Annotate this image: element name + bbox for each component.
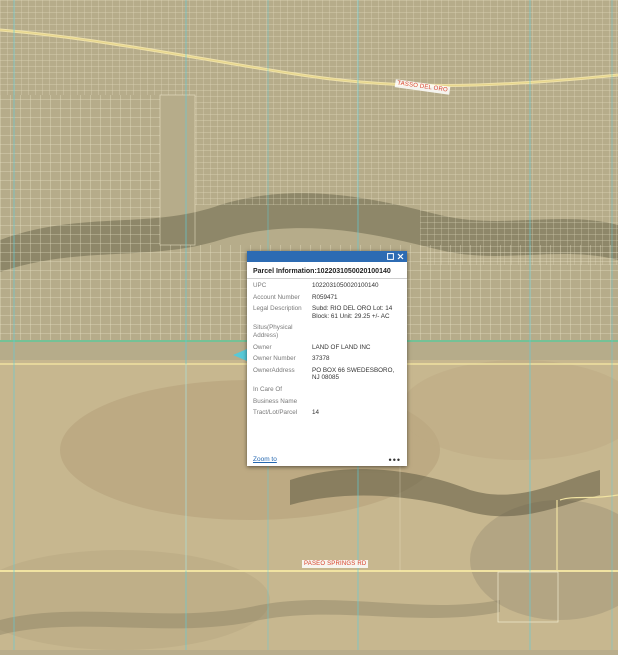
attribute-value [312,398,401,406]
attribute-row: OwnerAddress PO BOX 66 SWEDESBORO, NJ 080… [253,367,401,382]
close-icon[interactable] [397,253,404,260]
popup-pointer [233,349,247,361]
road-label-south: PASEO SPRINGS RD [302,560,369,568]
attribute-value: Subd: RIO DEL ORO Lot: 14 Block: 61 Unit… [312,305,393,320]
popup-title: Parcel Information:1022031050020100140 [247,262,407,279]
attribute-row: Tract/Lot/Parcel 14 [253,409,401,417]
popup-header [247,251,407,262]
attribute-label: OwnerAddress [253,366,295,374]
attribute-list: UPC 1022031050020100140 Account Number R059… [247,279,407,417]
attribute-row: In Care Of [253,386,401,394]
attribute-row: Legal Description Subd: RIO DEL ORO Lot: … [253,305,401,320]
attribute-row: Business Name [253,398,401,406]
attribute-value: 1022031050020100140 [312,282,379,289]
attribute-value [312,324,401,339]
parcel-popup: Parcel Information:1022031050020100140 U… [247,251,407,466]
attribute-value: R059471 [312,293,338,301]
attribute-label: Business Name [253,397,298,405]
attribute-row: Account Number R059471 [253,294,401,302]
attribute-value: LAND OF LAND INC [312,343,371,351]
zoom-to-link[interactable]: Zoom to [253,456,277,463]
attribute-value: 37378 [312,355,330,363]
attribute-value: 14 [312,409,320,417]
attribute-label: Situs(Physical Address) [253,324,293,339]
attribute-label: Legal Description [253,305,302,313]
attribute-value [312,386,401,394]
maximize-icon[interactable] [387,253,394,260]
attribute-label: Owner Number [253,355,296,363]
attribute-label: Tract/Lot/Parcel [253,409,298,417]
attribute-value: PO BOX 66 SWEDESBORO, NJ 08085 [312,366,395,382]
attribute-row: Owner Number 37378 [253,355,401,363]
popup-footer: Zoom to ••• [253,455,401,464]
attribute-row: UPC 1022031050020100140 [253,282,401,290]
attribute-row: Situs(Physical Address) [253,324,401,339]
attribute-label: UPC [253,282,267,289]
attribute-row: Owner LAND OF LAND INC [253,344,401,352]
attribute-label: Owner [253,343,272,351]
more-icon[interactable]: ••• [389,455,401,464]
attribute-label: In Care Of [253,385,283,393]
attribute-label: Account Number [253,293,300,301]
